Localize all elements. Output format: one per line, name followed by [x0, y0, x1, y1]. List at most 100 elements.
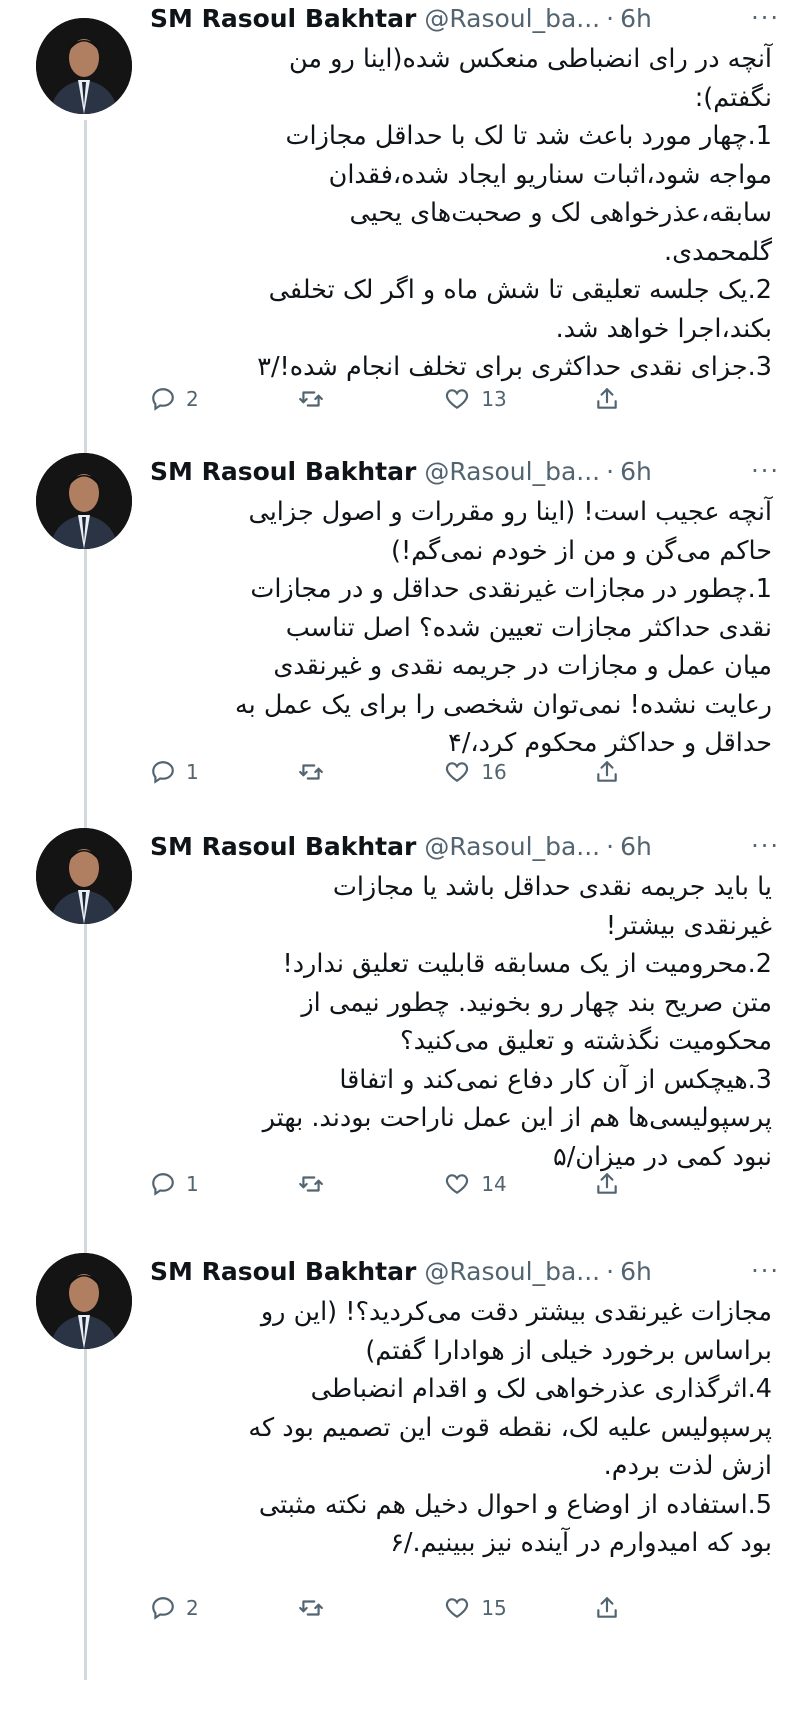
author-handle[interactable]: @Rasoul_ba... [424, 1257, 600, 1286]
share-button[interactable] [590, 1171, 620, 1197]
tweet-line: 2.محرومیت از یک مسابقه قابلیت تعلیق ندار… [282, 949, 772, 979]
reply-icon [150, 759, 176, 785]
like-button[interactable]: 13 [443, 386, 513, 412]
avatar[interactable] [36, 453, 132, 549]
tweet-line: گلمحمدی. [664, 236, 772, 267]
share-icon [594, 1171, 620, 1197]
tweet[interactable]: SM Rasoul Bakhtar @Rasoul_ba... · 6h ···… [0, 0, 800, 415]
tweet-line: بکند،اجرا خواهد شد. [555, 313, 772, 344]
tweet-line: 2.یک جلسه تعلیقی تا شش ماه و اگر لک تخلف… [268, 275, 772, 305]
like-count: 15 [481, 1596, 507, 1620]
tweet-text: مجازات غیرنقدی بیشتر دقت می‌کردید؟! (این… [150, 1293, 772, 1563]
reply-button[interactable]: 1 [150, 1171, 220, 1197]
author-name[interactable]: SM Rasoul Bakhtar [150, 832, 416, 861]
tweet-line: براساس برخورد خیلی از هوادارا گفتم) [365, 1335, 772, 1366]
reply-count: 1 [186, 760, 199, 784]
author-handle[interactable]: @Rasoul_ba... [424, 832, 600, 861]
tweet-text: یا باید جریمه نقدی حداقل باشد یا مجازات … [150, 868, 772, 1176]
tweet[interactable]: SM Rasoul Bakhtar @Rasoul_ba... · 6h ···… [0, 453, 800, 784]
avatar[interactable] [36, 18, 132, 114]
tweet-actions: 2 15 [150, 1590, 620, 1626]
tweet-line: 1.چطور در مجازات غیرنقدی حداقل و در مجاز… [250, 574, 772, 604]
retweet-icon [297, 1171, 325, 1197]
tweet-time[interactable]: 6h [620, 1257, 652, 1286]
reply-button[interactable]: 2 [150, 1595, 220, 1621]
tweet-actions: 1 16 [150, 754, 620, 790]
tweet-line: متن صریح بند چهار رو بخونید. چطور نیمی ا… [301, 987, 772, 1018]
tweet-line: آنچه عجیب است! (اینا رو مقررات و اصول جز… [248, 497, 772, 527]
reply-button[interactable]: 2 [150, 386, 220, 412]
tweet-line: پرسپولیسی‌ها هم از این عمل ناراحت بودند.… [262, 1103, 772, 1133]
share-button[interactable] [590, 759, 620, 785]
avatar[interactable] [36, 828, 132, 924]
retweet-button[interactable] [297, 386, 367, 412]
tweet-line: سابقه،عذرخواهی لک و صحبت‌های یحیی [349, 198, 772, 228]
tweet-line: 4.اثرگذاری عذرخواهی لک و اقدام انضباطی [310, 1374, 772, 1404]
heart-icon [443, 759, 471, 785]
retweet-button[interactable] [297, 759, 367, 785]
tweet-line: مجازات غیرنقدی بیشتر دقت می‌کردید؟! (این… [260, 1297, 772, 1327]
author-name[interactable]: SM Rasoul Bakhtar [150, 457, 416, 486]
reply-count: 2 [186, 387, 199, 411]
author-name[interactable]: SM Rasoul Bakhtar [150, 1257, 416, 1286]
heart-icon [443, 1595, 471, 1621]
like-count: 13 [481, 387, 507, 411]
tweet-actions: 1 14 [150, 1166, 620, 1202]
heart-icon [443, 1171, 471, 1197]
tweet-line: محکومیت نگذشته و تعلیق می‌کنید؟ [400, 1026, 772, 1056]
tweet-line: 1.چهار مورد باعث شد تا لک با حداقل مجازا… [285, 121, 772, 151]
like-count: 16 [481, 760, 507, 784]
tweet-time[interactable]: 6h [620, 4, 652, 33]
more-icon[interactable]: ··· [751, 1257, 780, 1285]
separator-dot: · [606, 456, 615, 486]
tweet-line: نگفتم): [694, 82, 772, 113]
share-button[interactable] [590, 386, 620, 412]
tweet-line: بود که امیدوارم در آینده نیز ببینیم./۶ [390, 1528, 772, 1558]
tweet-time[interactable]: 6h [620, 457, 652, 486]
retweet-icon [297, 386, 325, 412]
tweet-line: رعایت نشده! نمی‌توان شخصی را برای یک عمل… [234, 689, 772, 720]
tweet-line: ازش لذت بردم. [603, 1451, 772, 1481]
reply-icon [150, 1595, 176, 1621]
author-handle[interactable]: @Rasoul_ba... [424, 457, 600, 486]
share-button[interactable] [590, 1595, 620, 1621]
tweet-text: آنچه در رای انضباطی منعکس شده(اینا رو من… [150, 40, 772, 387]
share-icon [594, 386, 620, 412]
retweet-icon [297, 759, 325, 785]
tweet-text: آنچه عجیب است! (اینا رو مقررات و اصول جز… [150, 493, 772, 763]
more-icon[interactable]: ··· [751, 4, 780, 32]
tweet-line: میان عمل و مجازات در جریمه نقدی و غیرنقد… [273, 651, 772, 681]
tweet-line: 5.استفاده از اوضاع و احوال دخیل هم نکته … [258, 1489, 772, 1520]
tweet-line: آنچه در رای انضباطی منعکس شده(اینا رو من [288, 44, 772, 74]
tweet[interactable]: SM Rasoul Bakhtar @Rasoul_ba... · 6h ···… [0, 1253, 800, 1633]
author-handle[interactable]: @Rasoul_ba... [424, 4, 600, 33]
reply-count: 2 [186, 1596, 199, 1620]
reply-icon [150, 386, 176, 412]
separator-dot: · [606, 1256, 615, 1286]
more-icon[interactable]: ··· [751, 832, 780, 860]
like-button[interactable]: 15 [443, 1595, 513, 1621]
retweet-button[interactable] [297, 1171, 367, 1197]
tweet-line: حاکم می‌گن و من از خودم نمی‌گم!) [391, 535, 772, 566]
separator-dot: · [606, 3, 615, 33]
avatar[interactable] [36, 1253, 132, 1349]
reply-count: 1 [186, 1172, 199, 1196]
tweet-line: یا باید جریمه نقدی حداقل باشد یا مجازات [332, 872, 772, 902]
reply-icon [150, 1171, 176, 1197]
more-icon[interactable]: ··· [751, 457, 780, 485]
author-name[interactable]: SM Rasoul Bakhtar [150, 4, 416, 33]
tweet-line: 3.هیچکس از آن کار دفاع نمی‌کند و اتفاقا [339, 1064, 772, 1095]
like-button[interactable]: 16 [443, 759, 513, 785]
tweet-time[interactable]: 6h [620, 832, 652, 861]
tweet-actions: 2 13 [150, 381, 620, 417]
reply-button[interactable]: 1 [150, 759, 220, 785]
tweet-line: مواجه شود،اثبات سناریو ایجاد شده،فقدان [328, 159, 772, 190]
tweet-line: پرسپولیس علیه لک، نقطه قوت این تصمیم بود… [248, 1412, 772, 1443]
share-icon [594, 1595, 620, 1621]
tweet[interactable]: SM Rasoul Bakhtar @Rasoul_ba... · 6h ···… [0, 828, 800, 1198]
like-button[interactable]: 14 [443, 1171, 513, 1197]
heart-icon [443, 386, 471, 412]
retweet-button[interactable] [297, 1595, 367, 1621]
retweet-icon [297, 1595, 325, 1621]
share-icon [594, 759, 620, 785]
